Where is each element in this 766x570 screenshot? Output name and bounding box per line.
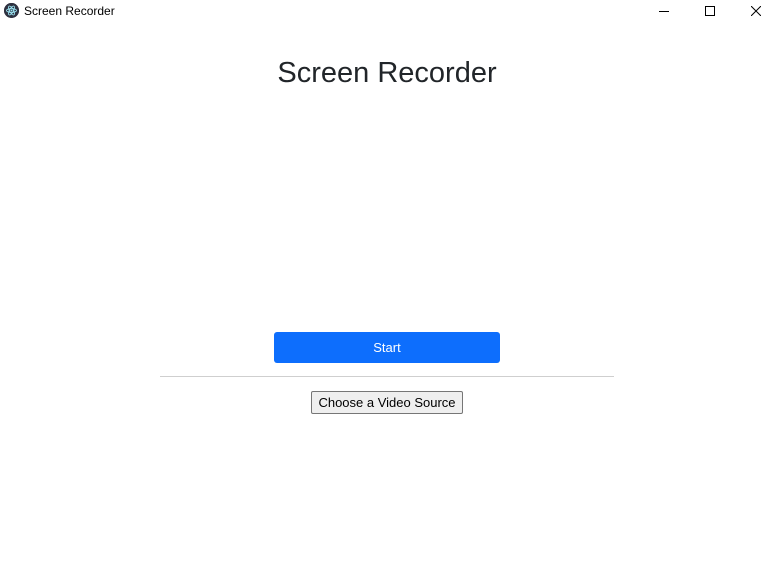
minimize-button[interactable]: [641, 0, 687, 22]
close-icon: [751, 6, 761, 16]
divider: [160, 376, 614, 377]
window-title: Screen Recorder: [24, 4, 115, 18]
close-button[interactable]: [733, 0, 766, 22]
app-window: Screen Recorder Screen Recorder Start Ch…: [0, 0, 766, 570]
maximize-button[interactable]: [687, 0, 733, 22]
start-button[interactable]: Start: [274, 332, 500, 363]
minimize-icon: [659, 11, 669, 12]
video-preview: [160, 100, 614, 324]
title-bar[interactable]: Screen Recorder: [0, 0, 766, 22]
page-title: Screen Recorder: [277, 57, 497, 89]
electron-atom-icon: [4, 3, 19, 18]
maximize-icon: [705, 6, 715, 16]
choose-video-source-button[interactable]: Choose a Video Source: [311, 391, 463, 414]
